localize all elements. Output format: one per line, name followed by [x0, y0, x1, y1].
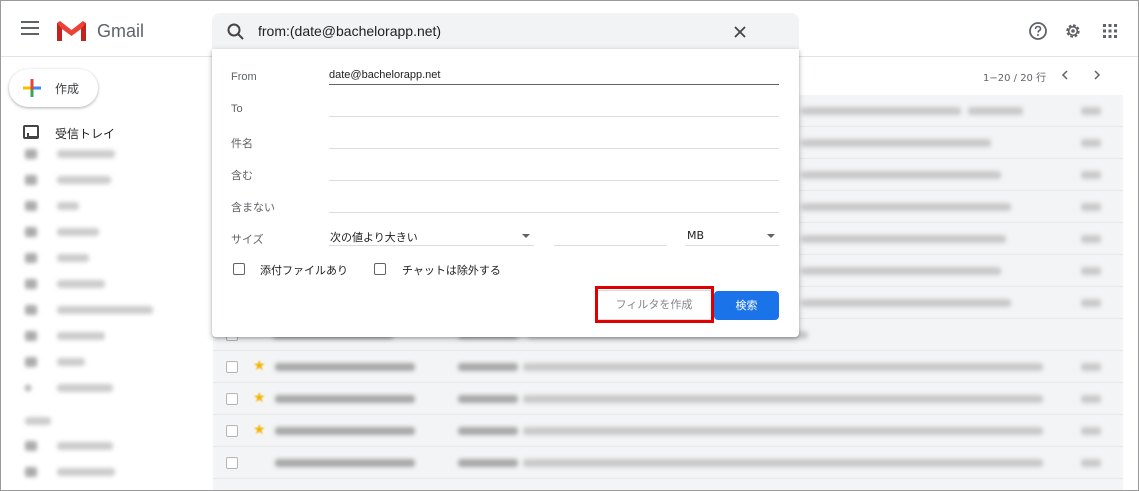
sidebar-item[interactable] [25, 225, 195, 239]
sidebar-item[interactable] [25, 147, 195, 161]
row-checkbox[interactable] [226, 425, 238, 437]
sidebar-item-label: 受信トレイ [55, 127, 116, 141]
chevron-left-icon[interactable] [1058, 68, 1072, 82]
gmail-window: Gmail from:(date@bachelorapp.net) 作成 受信ト… [0, 0, 1139, 491]
compose-label: 作成 [55, 82, 80, 96]
advanced-search-panel: From To 件名 含む 含まない サイズ 次の値より大きい MB 添付ファイ… [212, 49, 799, 337]
sidebar-item[interactable] [25, 277, 195, 291]
exclude-chats-checkbox[interactable] [374, 263, 386, 275]
sidebar-item-inbox[interactable]: 受信トレイ [23, 123, 203, 143]
gmail-logo-icon [57, 21, 86, 41]
sidebar-item[interactable] [25, 355, 195, 369]
table-row[interactable]: ★ [213, 415, 1123, 447]
has-attachment-label: 添付ファイルあり [260, 264, 348, 277]
sidebar-item[interactable] [25, 381, 195, 395]
sidebar-item[interactable] [25, 465, 195, 479]
apps-grid-icon[interactable] [1100, 21, 1120, 41]
sidebar-item[interactable] [25, 439, 195, 453]
table-row[interactable]: ★ [213, 383, 1123, 415]
sidebar-item[interactable] [25, 251, 195, 265]
star-icon[interactable]: ★ [253, 358, 266, 374]
search-button[interactable]: 検索 [714, 291, 779, 320]
plus-icon [23, 79, 41, 97]
chevron-right-icon[interactable] [1090, 68, 1104, 82]
size-operator-select[interactable]: 次の値より大きい [329, 226, 534, 246]
pagination-range: 1−20 / 20 行 [983, 73, 1047, 84]
from-field[interactable] [329, 65, 779, 85]
sidebar-item[interactable] [25, 199, 195, 213]
row-checkbox[interactable] [226, 457, 238, 469]
dropdown-arrow-icon [522, 234, 530, 238]
subject-label: 件名 [231, 138, 253, 150]
has-attachment-checkbox[interactable] [233, 263, 245, 275]
close-icon[interactable] [730, 22, 750, 42]
inbox-icon [23, 125, 39, 139]
help-icon[interactable] [1028, 21, 1048, 41]
sidebar-item[interactable] [25, 303, 195, 317]
size-label: サイズ [231, 234, 264, 246]
row-checkbox[interactable] [226, 393, 238, 405]
main-menu-icon[interactable] [21, 21, 39, 35]
sidebar-item[interactable] [25, 329, 195, 343]
table-row[interactable]: ★ [213, 351, 1123, 383]
size-unit-select[interactable]: MB [686, 226, 779, 246]
size-unit-value: MB [687, 229, 705, 242]
dropdown-arrow-icon [767, 234, 775, 238]
to-label: To [231, 103, 243, 115]
star-icon[interactable]: ★ [253, 390, 266, 406]
has-words-field[interactable] [329, 161, 779, 181]
search-query[interactable]: from:(date@bachelorapp.net) [258, 23, 441, 39]
table-row[interactable] [213, 447, 1123, 479]
row-checkbox[interactable] [226, 361, 238, 373]
to-field[interactable] [329, 97, 779, 117]
search-bar[interactable]: from:(date@bachelorapp.net) [212, 13, 799, 51]
app-name: Gmail [97, 21, 145, 41]
has-words-label: 含む [231, 170, 253, 182]
search-icon[interactable] [226, 22, 246, 42]
sidebar-section-header [25, 414, 195, 428]
exclude-chats-label: チャットは除外する [402, 264, 501, 277]
no-words-label: 含まない [231, 202, 275, 214]
size-value-field[interactable] [554, 226, 666, 246]
compose-button[interactable]: 作成 [9, 69, 98, 107]
sidebar-item[interactable] [25, 173, 195, 187]
star-icon[interactable]: ★ [253, 422, 266, 438]
create-filter-button[interactable]: フィルタを作成 [595, 290, 713, 320]
no-words-field[interactable] [329, 193, 779, 213]
from-label: From [231, 71, 257, 83]
settings-gear-icon[interactable] [1063, 21, 1083, 41]
size-operator-value: 次の値より大きい [330, 231, 418, 244]
subject-field[interactable] [329, 129, 779, 149]
